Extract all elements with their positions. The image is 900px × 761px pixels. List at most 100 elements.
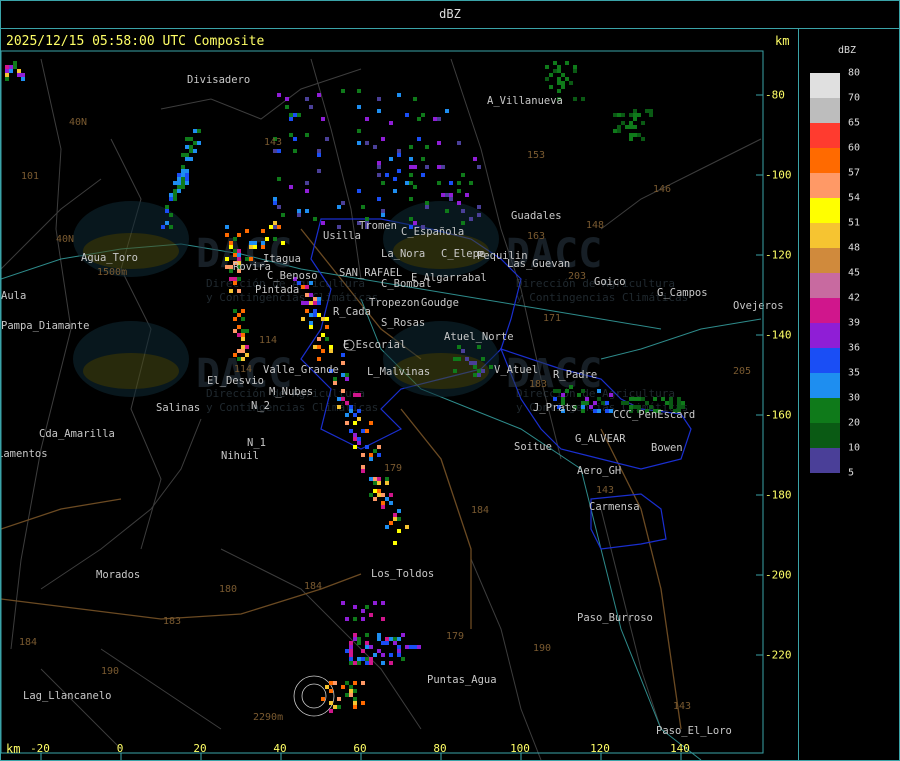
radar-echo-pixel [357,417,361,421]
radar-echo-pixel [181,169,185,173]
radar-echo-pixel [237,357,241,361]
radar-echo-pixel [289,185,293,189]
radar-echo-pixel [185,137,189,141]
radar-echo-pixel [373,653,377,657]
radar-echo-pixel [281,241,285,245]
radar-echo-pixel [397,653,401,657]
radar-echo-pixel [477,369,481,373]
radar-echo-pixel [457,181,461,185]
place-label: Tropezon [369,297,420,309]
radar-echo-pixel [325,325,329,329]
contour-label: 1500m [97,267,127,278]
radar-echo-pixel [285,97,289,101]
radar-echo-pixel [465,193,469,197]
radar-map-panel[interactable]: DACC DACC DACC DACC Dirección de Agricul… [0,28,799,761]
contour-label: 143 [264,137,282,148]
radar-echo-pixel [313,313,317,317]
radar-echo-pixel [377,173,381,177]
radar-echo-pixel [305,285,309,289]
radar-echo-pixel [341,601,345,605]
place-label: Goudge [421,297,459,309]
radar-echo-pixel [357,89,361,93]
radar-echo-pixel [301,301,305,305]
radar-echo-pixel [249,245,253,249]
radar-echo-pixel [593,409,597,413]
place-label: Lag_Llancanelo [23,690,112,702]
contour-label: 101 [21,171,39,182]
radar-echo-pixel [361,649,365,653]
radar-echo-pixel [305,189,309,193]
place-label: G_ALVEAR [575,433,626,445]
radar-echo-pixel [565,389,569,393]
radar-echo-pixel [473,365,477,369]
radar-echo-pixel [277,205,281,209]
radar-echo-pixel [417,137,421,141]
radar-echo-pixel [269,225,273,229]
legend-label: 20 [848,417,861,429]
radar-echo-pixel [229,277,233,281]
radar-echo-pixel [377,489,381,493]
radar-echo-pixel [365,605,369,609]
radar-echo-pixel [289,133,293,137]
radar-echo-pixel [357,657,361,661]
radar-echo-pixel [353,701,357,705]
place-label: R_Cada [333,306,371,318]
radar-echo-pixel [633,133,637,137]
radar-echo-pixel [173,181,177,185]
radar-echo-pixel [241,357,245,361]
radar-echo-pixel [545,77,549,81]
contour-label: 2290m [253,712,283,723]
radar-echo-pixel [669,397,673,401]
radar-echo-pixel [489,365,493,369]
radar-echo-pixel [341,685,345,689]
radar-echo-pixel [377,649,381,653]
legend-label: 45 [848,267,861,279]
radar-echo-pixel [177,173,181,177]
radar-echo-pixel [421,113,425,117]
radar-echo-pixel [17,69,21,73]
contour-label: 163 [527,231,545,242]
radar-echo-pixel [377,161,381,165]
radar-echo-pixel [469,217,473,221]
radar-echo-pixel [337,205,341,209]
radar-echo-pixel [361,617,365,621]
radar-echo-pixel [249,241,253,245]
radar-echo-pixel [481,369,485,373]
radar-echo-pixel [445,109,449,113]
radar-echo-pixel [545,65,549,69]
radar-echo-pixel [337,705,341,709]
radar-echo-pixel [329,681,333,685]
radar-echo-pixel [433,117,437,121]
radar-echo-pixel [601,401,605,405]
radar-echo-pixel [461,221,465,225]
place-label: Aero_GH [577,465,621,477]
radar-echo-pixel [385,477,389,481]
radar-echo-pixel [253,241,257,245]
radar-echo-pixel [317,149,321,153]
radar-echo-pixel [681,401,685,405]
radar-echo-pixel [189,145,193,149]
y-tick-label: -180 [765,488,792,502]
radar-echo-pixel [165,205,169,209]
radar-echo-pixel [661,397,665,401]
radar-echo-pixel [233,237,237,241]
legend-label: 36 [848,342,861,354]
radar-echo-pixel [353,393,357,397]
radar-echo-pixel [305,133,309,137]
radar-echo-pixel [233,277,237,281]
radar-echo-pixel [313,345,317,349]
radar-echo-pixel [333,681,337,685]
radar-echo-pixel [553,389,557,393]
radar-echo-pixel [549,73,553,77]
radar-echo-pixel [621,121,625,125]
radar-echo-pixel [329,349,333,353]
legend-swatch [810,398,840,423]
place-label: V_Atuel [494,364,538,376]
radar-echo-pixel [17,73,21,77]
radar-echo-pixel [369,421,373,425]
contour-label: 190 [101,666,119,677]
radar-echo-pixel [305,209,309,213]
radar-echo-pixel [649,113,653,117]
radar-echo-pixel [377,453,381,457]
radar-echo-pixel [5,69,9,73]
